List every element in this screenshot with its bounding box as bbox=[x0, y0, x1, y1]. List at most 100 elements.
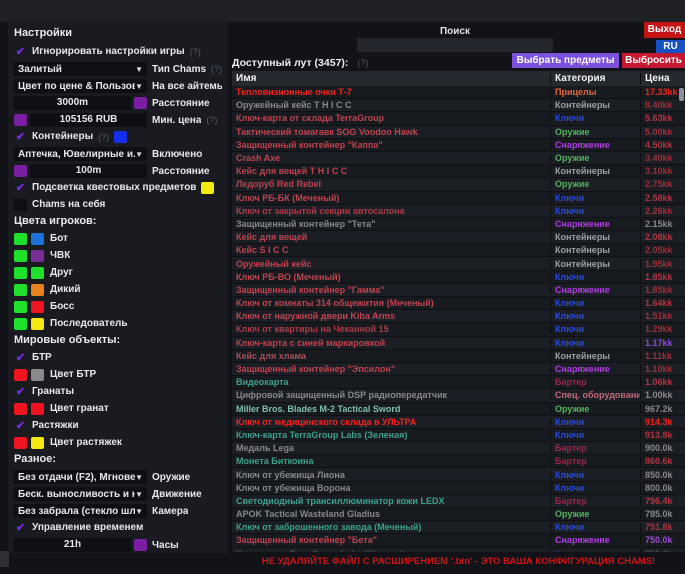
column-header-name[interactable]: Имя bbox=[232, 73, 550, 84]
chams-type-dropdown[interactable]: Залитый ▼ bbox=[14, 62, 147, 76]
table-row[interactable]: Ключ от убежища Ворона Ключи 800.0k bbox=[232, 482, 685, 495]
checkbox-label: Гранаты bbox=[32, 386, 74, 397]
table-row[interactable]: Защищенный контейнер "Тета" Снаряжение 2… bbox=[232, 218, 685, 231]
table-row[interactable]: Ключ-карта TerraGroup Labs (Желтая) Ключ… bbox=[232, 548, 685, 552]
table-row[interactable]: Защищенный контейнер "Эпсилон" Снаряжени… bbox=[232, 363, 685, 376]
drop-all-button[interactable]: Выбросить все bbox=[622, 53, 685, 68]
item-price: 3.40kk bbox=[640, 153, 685, 163]
table-row[interactable]: Ключ-карта с синей маркировкой Ключи 1.1… bbox=[232, 337, 685, 350]
quest-highlight-color-swatch[interactable] bbox=[201, 182, 214, 194]
hours-input[interactable]: 21h bbox=[14, 538, 131, 552]
item-price: 967.2k bbox=[640, 404, 685, 414]
exit-button[interactable]: Выход bbox=[644, 22, 685, 38]
table-row[interactable]: Crash Axe Оружие 3.40kk bbox=[232, 152, 685, 165]
table-row[interactable]: Ледоруб Red Rebel Оружие 2.75kk bbox=[232, 178, 685, 191]
table-row[interactable]: Ключ РБ-БК (Меченый) Ключи 2.58kk bbox=[232, 192, 685, 205]
checkbox-grenades[interactable]: Гранаты bbox=[14, 385, 222, 398]
camera-dropdown[interactable]: Без забрала (стекло шлема) ▼ bbox=[14, 504, 147, 518]
checkbox-self-chams[interactable]: Chams на себя bbox=[14, 198, 222, 211]
tripwire-color-swatch-1[interactable] bbox=[14, 437, 27, 449]
distance-color-swatch[interactable] bbox=[134, 97, 147, 109]
visible-color-swatch[interactable] bbox=[14, 284, 27, 296]
table-row[interactable]: Ключ от комнаты 314 общежития (Меченый) … bbox=[232, 297, 685, 310]
table-row[interactable]: APOK Tactical Wasteland Gladius Оружие 7… bbox=[232, 508, 685, 521]
scrollbar-thumb[interactable] bbox=[679, 88, 684, 101]
tripwire-color-swatch-2[interactable] bbox=[31, 437, 44, 449]
table-row[interactable]: Ключ от медицинского склада в УЛЬТРА Клю… bbox=[232, 416, 685, 429]
min-price-color-swatch[interactable] bbox=[14, 114, 27, 126]
table-row[interactable]: Кейс для вещей Контейнеры 2.08kk bbox=[232, 231, 685, 244]
table-row[interactable]: Кейс S I C C Контейнеры 2.05kk bbox=[232, 244, 685, 257]
container-filter-dropdown[interactable]: Аптечка, Ювелирные и... ▼ bbox=[14, 147, 147, 161]
table-row[interactable]: Кейс для вещей T H I C C Контейнеры 3.10… bbox=[232, 165, 685, 178]
checkbox-containers[interactable]: Контейнеры (?) bbox=[14, 130, 222, 143]
corner-tab[interactable] bbox=[0, 551, 9, 567]
table-row[interactable]: Оружейный кейс Контейнеры 1.95kk bbox=[232, 257, 685, 270]
visible-color-swatch[interactable] bbox=[14, 250, 27, 262]
item-name: Ключ-карта с синей маркировкой bbox=[232, 338, 550, 348]
column-header-price[interactable]: Цена bbox=[640, 73, 685, 84]
checkbox-time-control[interactable]: Управление временем bbox=[14, 521, 222, 534]
min-price-input[interactable]: 105156 RUB bbox=[30, 113, 147, 127]
table-row[interactable]: Светодиодный трансиллюминатор кожи LEDX … bbox=[232, 495, 685, 508]
chams-color-swatch[interactable] bbox=[31, 301, 44, 313]
item-name: Цифровой защищенный DSP радиопередатчик bbox=[232, 390, 550, 400]
container-distance-color-swatch[interactable] bbox=[14, 165, 27, 177]
containers-color-swatch[interactable] bbox=[114, 131, 127, 143]
table-row[interactable]: Ключ-карта TerraGroup Labs (Зеленая) Клю… bbox=[232, 429, 685, 442]
checkbox-tripwires[interactable]: Растяжки bbox=[14, 419, 222, 432]
table-row[interactable]: Ключ от убежища Лиона Ключи 850.0k bbox=[232, 468, 685, 481]
checkbox-quest-highlight[interactable]: Подсветка квестовых предметов bbox=[14, 181, 222, 194]
visible-color-swatch[interactable] bbox=[14, 233, 27, 245]
table-row[interactable]: Кейс для хлама Контейнеры 1.11kk bbox=[232, 350, 685, 363]
table-row[interactable]: Miller Bros. Blades M-2 Tactical Sword О… bbox=[232, 403, 685, 416]
language-button[interactable]: RU bbox=[656, 40, 685, 54]
help-icon[interactable]: (?) bbox=[206, 115, 217, 125]
help-icon[interactable]: (?) bbox=[211, 64, 222, 74]
btr-color-swatch-2[interactable] bbox=[31, 369, 44, 381]
movement-dropdown[interactable]: Беск. выносливость и нет уста ▼ bbox=[14, 487, 147, 501]
table-row[interactable]: Ключ от квартиры на Чеканной 15 Ключи 1.… bbox=[232, 323, 685, 336]
column-header-category[interactable]: Категория bbox=[550, 73, 640, 84]
table-row[interactable]: Защищенный контейнер "Каппа" Снаряжение … bbox=[232, 139, 685, 152]
table-row[interactable]: Медаль Lega Бартер 900.0k bbox=[232, 442, 685, 455]
table-row[interactable]: Ключ от закрытой секции автосалона Ключи… bbox=[232, 205, 685, 218]
help-icon[interactable]: (?) bbox=[98, 132, 109, 142]
chams-color-swatch[interactable] bbox=[31, 318, 44, 330]
visible-color-swatch[interactable] bbox=[14, 301, 27, 313]
help-icon[interactable]: (?) bbox=[357, 58, 368, 68]
table-row[interactable]: Тактический томагавк SOG Voodoo Hawk Ору… bbox=[232, 126, 685, 139]
table-row[interactable]: Ключ-карта от склада TerraGroup Ключи 5.… bbox=[232, 112, 685, 125]
table-row[interactable]: Монета Биткоина Бартер 860.6k bbox=[232, 455, 685, 468]
table-row[interactable]: Цифровой защищенный DSP радиопередатчик … bbox=[232, 389, 685, 402]
help-icon[interactable]: (?) bbox=[190, 47, 201, 57]
table-row[interactable]: Тепловизионные очки Т-7 Прицелы 17.33kk bbox=[232, 86, 685, 99]
table-row[interactable]: Ключ от заброшенного завода (Меченый) Кл… bbox=[232, 521, 685, 534]
item-category: Ключи bbox=[550, 113, 640, 123]
select-kappa-items-button[interactable]: Выбрать предметы каппа bbox=[512, 53, 619, 68]
table-row[interactable]: Ключ от наружной двери Kiba Arms Ключи 1… bbox=[232, 310, 685, 323]
search-input[interactable] bbox=[357, 38, 553, 52]
chams-color-swatch[interactable] bbox=[31, 233, 44, 245]
visible-color-swatch[interactable] bbox=[14, 267, 27, 279]
checkbox-btr[interactable]: БТР bbox=[14, 351, 222, 364]
distance-input[interactable]: 3000m bbox=[14, 96, 131, 110]
min-price-group: 105156 RUB bbox=[14, 113, 147, 127]
table-row[interactable]: Ключ РБ-ВО (Меченый) Ключи 1.85kk bbox=[232, 271, 685, 284]
chams-color-swatch[interactable] bbox=[31, 267, 44, 279]
checkbox-ignore-game-settings[interactable]: Игнорировать настройки игры (?) bbox=[14, 45, 222, 58]
chams-color-swatch[interactable] bbox=[31, 284, 44, 296]
grenade-color-swatch-2[interactable] bbox=[31, 403, 44, 415]
btr-color-swatch-1[interactable] bbox=[14, 369, 27, 381]
weapon-dropdown[interactable]: Без отдачи (F2), Мгновенное п ▼ bbox=[14, 470, 147, 484]
visible-color-swatch[interactable] bbox=[14, 318, 27, 330]
table-row[interactable]: Видеокарта Бартер 1.06kk bbox=[232, 376, 685, 389]
color-mode-dropdown[interactable]: Цвет по цене & Пользователь ▼ bbox=[14, 79, 147, 93]
table-row[interactable]: Оружейный кейс T H I C C Контейнеры 8.40… bbox=[232, 99, 685, 112]
table-row[interactable]: Защищенный контейнер "Бета" Снаряжение 7… bbox=[232, 534, 685, 547]
grenade-color-swatch-1[interactable] bbox=[14, 403, 27, 415]
chams-color-swatch[interactable] bbox=[31, 250, 44, 262]
container-distance-input[interactable]: 100m bbox=[30, 164, 147, 178]
table-row[interactable]: Защищенный контейнер "Гамма" Снаряжение … bbox=[232, 284, 685, 297]
hours-color-swatch[interactable] bbox=[134, 539, 147, 551]
